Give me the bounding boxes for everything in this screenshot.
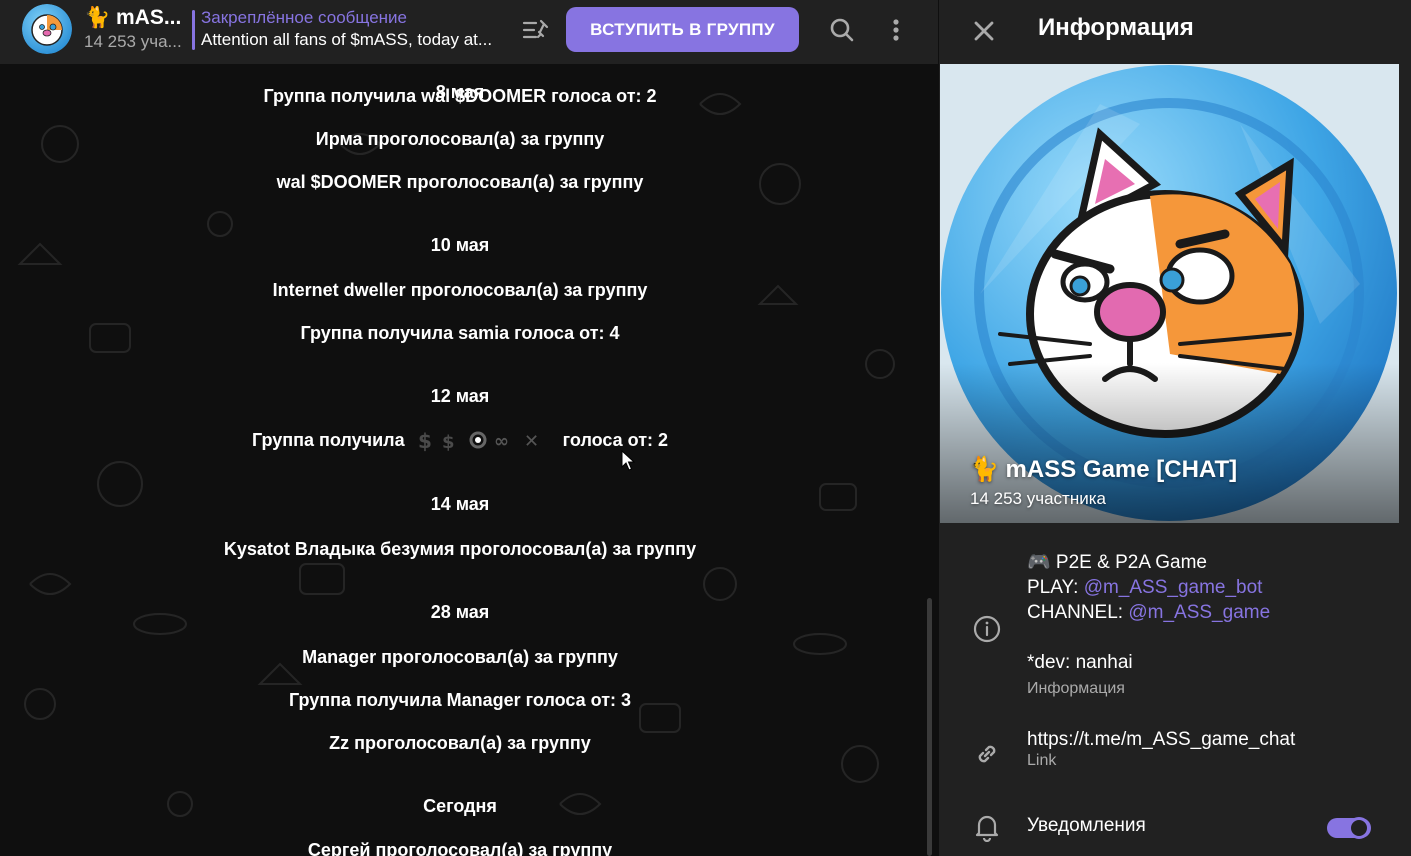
description-line: CHANNEL: @m_ASS_game — [1027, 602, 1271, 623]
pinned-indicator — [192, 10, 195, 50]
invite-link[interactable]: https://t.me/m_ASS_game_chat — [1027, 727, 1295, 752]
service-message-prefix: Группа получила — [251, 429, 405, 450]
link-icon — [972, 739, 1002, 769]
service-message: Kysatot Владыка безумия проголосовал(а) … — [223, 539, 697, 559]
pinned-message-title: Закреплённое сообщение — [201, 8, 407, 27]
channel-link[interactable]: @m_ASS_game — [1128, 602, 1270, 623]
chat-avatar[interactable] — [22, 4, 72, 54]
description-caption: Информация — [1027, 680, 1125, 697]
service-message: Ирма проголосовал(а) за группу — [315, 129, 605, 149]
service-message-suffix: голоса от: 2 — [562, 429, 669, 450]
service-message: Сергей проголосовал(а) за группу — [307, 840, 613, 856]
message-list[interactable]: Группа получила wal $DOOMER голоса от: 2… — [0, 64, 920, 856]
service-message: Группа получила samia голоса от: 4 — [300, 323, 620, 343]
date-separator: 8 мая — [435, 82, 485, 102]
service-message: wal $DOOMER проголосовал(а) за группу — [276, 172, 644, 192]
chat-header: 🐈 mAS... 14 253 уча... Закреплённое сооб… — [0, 0, 938, 64]
svg-text:$: $ — [418, 429, 432, 453]
service-message: Zz проголосовал(а) за группу — [329, 733, 591, 753]
notifications-toggle[interactable] — [1327, 817, 1371, 839]
date-separator: 10 мая — [430, 235, 490, 255]
bot-link[interactable]: @m_ASS_game_bot — [1084, 577, 1263, 598]
date-separator: Сегодня — [423, 796, 497, 816]
description-line: PLAY: @m_ASS_game_bot — [1027, 577, 1263, 598]
info-title: Информация — [1038, 14, 1194, 41]
pinned-message-text: Attention all fans of $mASS, today at... — [201, 30, 493, 49]
group-description[interactable]: 🎮 P2E & P2A Game PLAY: @m_ASS_game_bot C… — [1027, 550, 1270, 701]
close-icon[interactable] — [967, 14, 1001, 48]
mouse-cursor-icon — [621, 450, 635, 471]
pinned-list-icon[interactable] — [521, 16, 551, 44]
chat-panel: 🐈 mAS... 14 253 уча... Закреплённое сооб… — [0, 0, 938, 856]
group-info-panel: Информация 🐈 mASS Game [CHAT] 14 253 уча… — [938, 0, 1411, 856]
invite-link-row[interactable]: https://t.me/m_ASS_game_chat Link — [1027, 727, 1295, 770]
service-message: Manager проголосовал(а) за группу — [302, 647, 618, 667]
svg-text:$: $ — [442, 432, 455, 453]
service-message: Группа получила $ $ ∞ ✕ голоса от: 2 — [0, 429, 920, 453]
pinned-message[interactable]: Закреплённое сообщение Attention all fan… — [201, 7, 501, 51]
join-group-button[interactable]: ВСТУПИТЬ В ГРУППУ — [566, 7, 799, 52]
bell-icon — [972, 812, 1002, 842]
description-line: 🎮 P2E & P2A Game — [1027, 552, 1207, 573]
group-members-count: 14 253 участника — [970, 489, 1106, 508]
svg-text:∞: ∞ — [494, 431, 509, 452]
more-menu-icon[interactable] — [880, 14, 912, 46]
date-separator: 14 мая — [430, 494, 490, 514]
service-message: Internet dweller проголосовал(а) за груп… — [272, 280, 648, 300]
custom-emoji-name: $ $ ∞ ✕ — [418, 429, 539, 453]
notifications-label: Уведомления — [1027, 815, 1146, 836]
info-icon — [972, 614, 1002, 644]
group-name: 🐈 mASS Game [CHAT] — [969, 456, 1238, 483]
description-line: *dev: nanhai — [1027, 652, 1133, 673]
service-message: Группа получила Manager голоса от: 3 — [288, 690, 632, 710]
date-separator: 28 мая — [430, 602, 490, 622]
chat-scrollbar[interactable] — [927, 598, 932, 856]
search-icon[interactable] — [826, 14, 858, 46]
invite-link-caption: Link — [1027, 752, 1057, 769]
svg-text:✕: ✕ — [524, 431, 539, 452]
chat-title[interactable]: 🐈 mAS... — [84, 6, 188, 30]
date-separator: 12 мая — [430, 386, 490, 406]
chat-members-count: 14 253 уча... — [84, 32, 182, 51]
info-header: Информация — [939, 0, 1411, 64]
